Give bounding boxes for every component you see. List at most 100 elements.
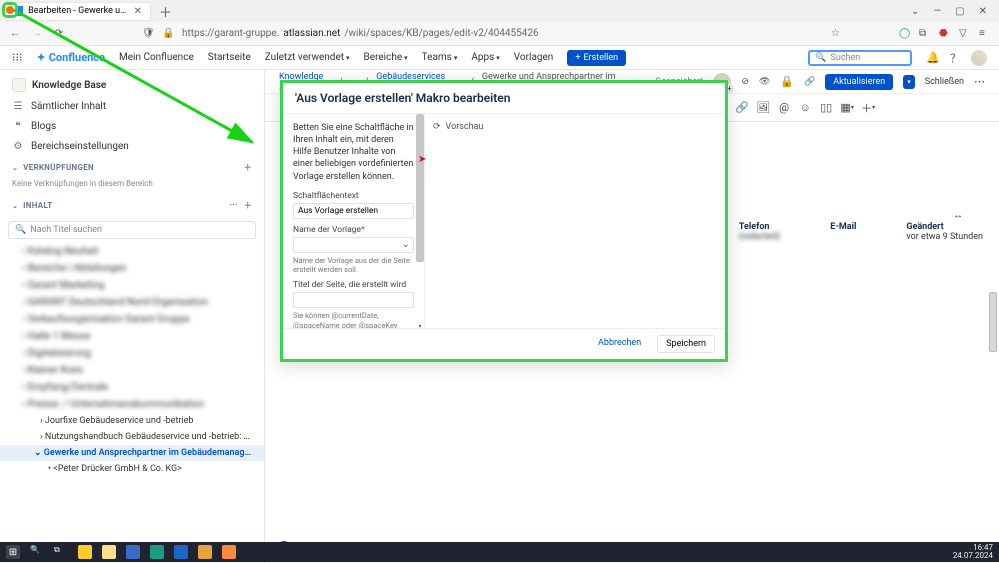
url-input[interactable]: https://garant-gruppe.atlassian.net/wiki… xyxy=(182,28,823,39)
window-minimize-button[interactable]: — xyxy=(933,6,941,17)
table-button[interactable]: ▦▾ xyxy=(839,100,855,116)
nav-forward-button[interactable]: → xyxy=(30,28,44,39)
global-search-input[interactable]: 🔍 Suchen xyxy=(808,50,912,66)
nav-startseite[interactable]: Startseite xyxy=(208,52,251,63)
link-button[interactable]: 🔗 xyxy=(734,100,750,116)
bookmark-star-icon[interactable]: ☆ xyxy=(831,28,843,40)
taskbar-app-icon[interactable] xyxy=(174,545,188,559)
cancel-button[interactable]: Abbrechen xyxy=(590,335,649,353)
update-menu-button[interactable]: ▾ xyxy=(903,75,915,89)
cursor-pointer-icon: ➤ xyxy=(418,154,426,165)
tree-item[interactable]: › Jourfixe Gebäudeservice und -betrieb xyxy=(0,413,264,429)
save-button[interactable]: Speichern xyxy=(657,335,715,353)
scrollbar-thumb[interactable] xyxy=(416,114,424,262)
taskbar-edge-icon[interactable] xyxy=(150,545,164,559)
shield-icon[interactable]: 🛡 xyxy=(142,28,154,40)
mention-button[interactable]: @ xyxy=(776,100,792,116)
nav-back-button[interactable]: ← xyxy=(8,28,22,39)
more-icon[interactable]: ⋯ xyxy=(229,200,237,211)
restrictions-lock-icon[interactable]: 🔒 xyxy=(780,75,794,88)
space-header[interactable]: Knowledge Base xyxy=(0,70,264,96)
tree-item[interactable]: ⌄ Gewerke und Ansprechpartner im Gebäude… xyxy=(0,445,264,461)
window-close-button[interactable]: ✕ xyxy=(979,6,987,17)
lock-icon[interactable]: 🔒 xyxy=(162,28,174,40)
preview-label: Vorschau xyxy=(446,122,484,132)
notifications-icon[interactable]: 🔔 xyxy=(926,51,940,64)
confluence-header: ⁝⁝⁝ ✦ Confluence Mein Confluence Startse… xyxy=(0,46,999,70)
taskbar-app-icon[interactable] xyxy=(198,545,212,559)
button-text-input[interactable] xyxy=(293,203,414,219)
sidebar-section-content[interactable]: ⌄INHALT ⋯＋ xyxy=(0,194,264,217)
extension-icon[interactable]: ⧉ xyxy=(919,28,931,40)
scroll-down-icon[interactable]: ▾ xyxy=(416,322,424,328)
tree-item[interactable]: › Empfang/Zentrale xyxy=(0,379,264,396)
extension-icon[interactable]: ◯ xyxy=(899,28,911,40)
insert-menu-button[interactable]: ＋▾ xyxy=(860,100,876,116)
link-icon[interactable]: 🔗 xyxy=(804,77,815,87)
nav-apps[interactable]: Apps▾ xyxy=(471,52,499,63)
sidebar-blogs[interactable]: ❝Blogs xyxy=(0,116,264,136)
nav-teams[interactable]: Teams▾ xyxy=(422,52,458,63)
tree-item[interactable]: › Verkaufsorganisation Garant Gruppe xyxy=(0,311,264,328)
annotation-corner-highlight xyxy=(2,2,18,18)
sidebar-all-content[interactable]: ☰Sämtlicher Inhalt xyxy=(0,96,264,116)
tree-item[interactable]: › Halle 1 Messe xyxy=(0,328,264,345)
taskbar-app-icon[interactable] xyxy=(78,545,92,559)
extension-ublock-icon[interactable]: ⬣ xyxy=(939,28,951,40)
search-taskbar-icon[interactable]: 🔍 xyxy=(30,545,44,559)
tree-item[interactable]: › Katalog Neuheit xyxy=(0,243,264,260)
refresh-icon[interactable]: ⟳ xyxy=(433,122,441,132)
new-tab-button[interactable]: ＋ xyxy=(155,2,176,21)
add-link-button[interactable]: ＋ xyxy=(244,162,252,173)
tree-item[interactable]: › Bereiche | Abteilungen xyxy=(0,260,264,277)
taskbar-firefox-icon[interactable] xyxy=(222,545,236,559)
template-name-select[interactable] xyxy=(293,237,414,253)
tree-item[interactable]: › Garant Marketing xyxy=(0,277,264,294)
emoji-button[interactable]: ☺ xyxy=(797,100,813,116)
layouts-button[interactable]: ▯▯ xyxy=(818,100,834,116)
extension-pocket-icon[interactable]: ▽ xyxy=(959,28,971,40)
vertical-scrollbar[interactable] xyxy=(989,292,997,352)
taskbar-app-icon[interactable] xyxy=(126,545,140,559)
expand-handle-icon[interactable]: ↔ xyxy=(953,210,963,221)
tree-item[interactable]: › Digitalisierung xyxy=(0,345,264,362)
sidebar-search-input[interactable]: 🔍Nach Titel suchen xyxy=(8,221,256,239)
more-actions-button[interactable]: ⋯ xyxy=(974,75,985,88)
task-view-icon[interactable]: ⧉ xyxy=(54,545,68,559)
user-avatar[interactable] xyxy=(971,50,987,66)
help-icon[interactable]: ？ xyxy=(950,50,961,66)
automation-icon[interactable]: ⊘ xyxy=(741,77,749,87)
image-button[interactable]: 🖼 xyxy=(755,100,771,116)
start-button[interactable]: ⊞ xyxy=(6,545,20,559)
sidebar-section-links[interactable]: ⌄VERKNÜPFUNGEN ＋ xyxy=(0,156,264,179)
tree-item[interactable]: • <Peter Drücker GmbH & Co. KG> xyxy=(0,461,264,477)
add-page-button[interactable]: ＋ xyxy=(244,200,252,211)
taskbar-explorer-icon[interactable] xyxy=(102,545,116,559)
update-button[interactable]: Aktualisieren xyxy=(825,74,893,90)
create-button[interactable]: +Erstellen xyxy=(567,50,626,66)
tree-item[interactable]: › Nutzungshandbuch Gebäudeservice und -b… xyxy=(0,429,264,445)
tree-item[interactable]: › Kleiner Kreis xyxy=(0,362,264,379)
browser-tab[interactable]: Bearbeiten - Gewerke und An… ✕ xyxy=(6,2,151,21)
browser-menu-button[interactable]: ≡ xyxy=(979,28,991,40)
tree-item[interactable]: › Presse- / Unternehmenskommunikation xyxy=(0,396,264,413)
nav-templates[interactable]: Vorlagen xyxy=(514,52,554,63)
nav-spaces[interactable]: Bereiche▾ xyxy=(364,52,408,63)
system-clock[interactable]: 16:47 24.07.2024 xyxy=(953,544,993,561)
page-title-input[interactable] xyxy=(293,292,414,308)
reload-button[interactable]: ⟳ xyxy=(52,28,66,39)
preview-icon[interactable]: 👁 xyxy=(759,77,770,87)
confluence-logo[interactable]: ✦ Confluence xyxy=(37,51,105,64)
close-icon[interactable]: ✕ xyxy=(134,6,142,17)
window-maximize-button[interactable]: ▢ xyxy=(955,6,964,17)
firefox-account-icon[interactable]: ⌄ xyxy=(911,6,919,17)
nav-recent[interactable]: Zuletzt verwendet▾ xyxy=(265,52,350,63)
modal-scrollbar[interactable]: ▴ ▾ xyxy=(416,114,424,328)
page-tree: › Katalog Neuheit› Bereiche | Abteilunge… xyxy=(0,243,264,563)
app-switcher-icon[interactable]: ⁝⁝⁝ xyxy=(12,51,23,64)
template-name-label: Name der Vorlage* xyxy=(293,225,414,235)
nav-home[interactable]: Mein Confluence xyxy=(119,52,194,63)
tree-item[interactable]: › GARANT Deutschland Nord-Organisation xyxy=(0,294,264,311)
sidebar-space-settings[interactable]: ⚙Bereichseinstellungen xyxy=(0,136,264,156)
close-editor-button[interactable]: Schließen xyxy=(925,77,964,87)
